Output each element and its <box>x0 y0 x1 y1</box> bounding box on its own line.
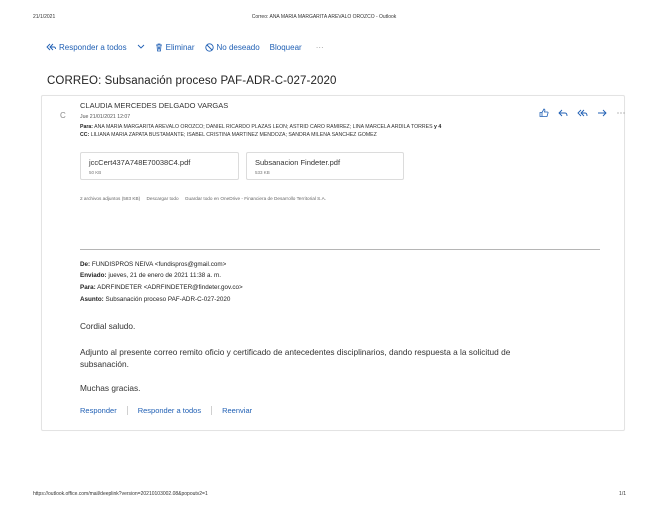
trash-icon <box>155 43 163 52</box>
forwarded-sent: Enviado: jueves, 21 de enero de 2021 11:… <box>80 272 221 279</box>
attachment-size: 533 KB <box>255 170 270 175</box>
to-recipients: ANA MARIA MARGARITA AREVALO OROZCO; DANI… <box>94 124 433 130</box>
forwarded-subject: Asunto: Subsanación proceso PAF-ADR-C-02… <box>80 296 230 303</box>
print-title: Correo: ANA MARIA MARGARITA AREVALO OROZ… <box>251 14 397 20</box>
cc-recipients: LILIANA MARIA ZAPATA BUSTAMANTE; ISABEL … <box>90 132 377 138</box>
reply-all-action-button[interactable] <box>577 108 588 118</box>
forward-button[interactable] <box>597 108 607 118</box>
fwd-to-label: Para: <box>80 284 96 291</box>
junk-button[interactable]: No deseado <box>204 42 260 52</box>
body-closing: Muchas gracias. <box>80 383 141 393</box>
reply-icon <box>558 109 568 117</box>
attachment-size: 50 KB <box>89 170 102 175</box>
reply-all-link[interactable]: Responder a todos <box>138 406 201 415</box>
forward-link[interactable]: Reenviar <box>222 406 252 415</box>
fwd-to-value: ADRFINDETER <ADRFINDETER@findeter.gov.co… <box>97 284 243 291</box>
forward-arrow-icon <box>598 109 607 117</box>
body-paragraph: Adjunto al presente correo remito oficio… <box>80 347 511 369</box>
reply-all-icon <box>46 43 56 51</box>
block-button[interactable]: Bloquear <box>270 43 302 52</box>
like-button[interactable] <box>539 108 549 118</box>
reply-links: Responder Responder a todos Reenviar <box>80 406 252 415</box>
message-date: Jue 21/01/2021 12:07 <box>80 114 131 120</box>
reply-all-button[interactable]: Responder a todos <box>46 43 127 52</box>
email-subject: CORREO: Subsanación proceso PAF-ADR-C-02… <box>47 75 337 87</box>
delete-button[interactable]: Eliminar <box>155 43 195 52</box>
recipients-to: Para: ANA MARIA MARGARITA AREVALO OROZCO… <box>80 124 441 130</box>
attachment-name: jccCert437A748E70038C4.pdf <box>89 158 191 167</box>
save-onedrive-link[interactable]: Guardar todo en OneDrive - Financiera de… <box>185 196 326 201</box>
sent-value: jueves, 21 de enero de 2021 11:38 a. m. <box>108 272 221 279</box>
print-url: https://outlook.office.com/mail/deeplink… <box>33 491 208 497</box>
message-actions <box>539 108 626 118</box>
ellipsis-icon <box>617 112 625 114</box>
avatar: C <box>60 111 66 120</box>
more-actions-button[interactable]: ··· <box>316 43 324 52</box>
block-circle-icon <box>204 42 214 52</box>
fwd-subject-value: Subsanación proceso PAF-ADR-C-027-2020 <box>105 296 231 303</box>
reply-all-label: Responder a todos <box>59 42 127 52</box>
download-all-link[interactable]: Descargar todo <box>147 196 179 201</box>
body-greeting: Cordial saludo. <box>80 321 136 331</box>
more-options-button[interactable] <box>616 108 626 118</box>
cc-label: CC: <box>80 132 90 138</box>
forwarded-from: De: FUNDISPROS NEIVA <fundispros@gmail.c… <box>80 261 226 268</box>
junk-label: No deseado <box>216 42 260 52</box>
from-label: De: <box>80 261 91 268</box>
chevron-down-icon <box>137 44 145 50</box>
reply-button[interactable] <box>558 108 568 118</box>
reply-options-dropdown[interactable] <box>137 44 145 50</box>
separator <box>126 406 128 415</box>
reply-link[interactable]: Responder <box>80 406 117 415</box>
print-page-number: 1/1 <box>619 491 626 497</box>
separator <box>211 406 213 415</box>
attachments-summary: 2 archivos adjuntos (583 KB) Descargar t… <box>80 196 331 201</box>
attachment-card[interactable]: jccCert437A748E70038C4.pdf 50 KB <box>80 152 239 180</box>
delete-label: Eliminar <box>165 42 195 52</box>
sender-name[interactable]: CLAUDIA MERCEDES DELGADO VARGAS <box>80 101 228 110</box>
forwarded-to: Para: ADRFINDETER <ADRFINDETER@findeter.… <box>80 284 243 291</box>
recipients-cc: CC: LILIANA MARIA ZAPATA BUSTAMANTE; ISA… <box>80 132 377 138</box>
attachment-name: Subsanacion Findeter.pdf <box>255 158 341 167</box>
fwd-subject-label: Asunto: <box>80 296 104 303</box>
thumbs-up-icon <box>539 108 549 117</box>
sent-label: Enviado: <box>80 272 107 279</box>
to-label: Para: <box>80 124 93 130</box>
more-recipients-link[interactable]: y 4 <box>434 124 441 130</box>
forward-divider <box>80 249 600 250</box>
reply-all-icon <box>577 109 588 117</box>
from-value: FUNDISPROS NEIVA <fundispros@gmail.com> <box>91 261 227 268</box>
more-label: ··· <box>315 42 324 52</box>
message-toolbar: Responder a todos Eliminar No deseado Bl… <box>46 41 324 53</box>
block-label: Bloquear <box>269 42 302 52</box>
attachment-card[interactable]: Subsanacion Findeter.pdf 533 KB <box>246 152 404 180</box>
attachments-count: 2 archivos adjuntos (583 KB) <box>80 196 141 201</box>
